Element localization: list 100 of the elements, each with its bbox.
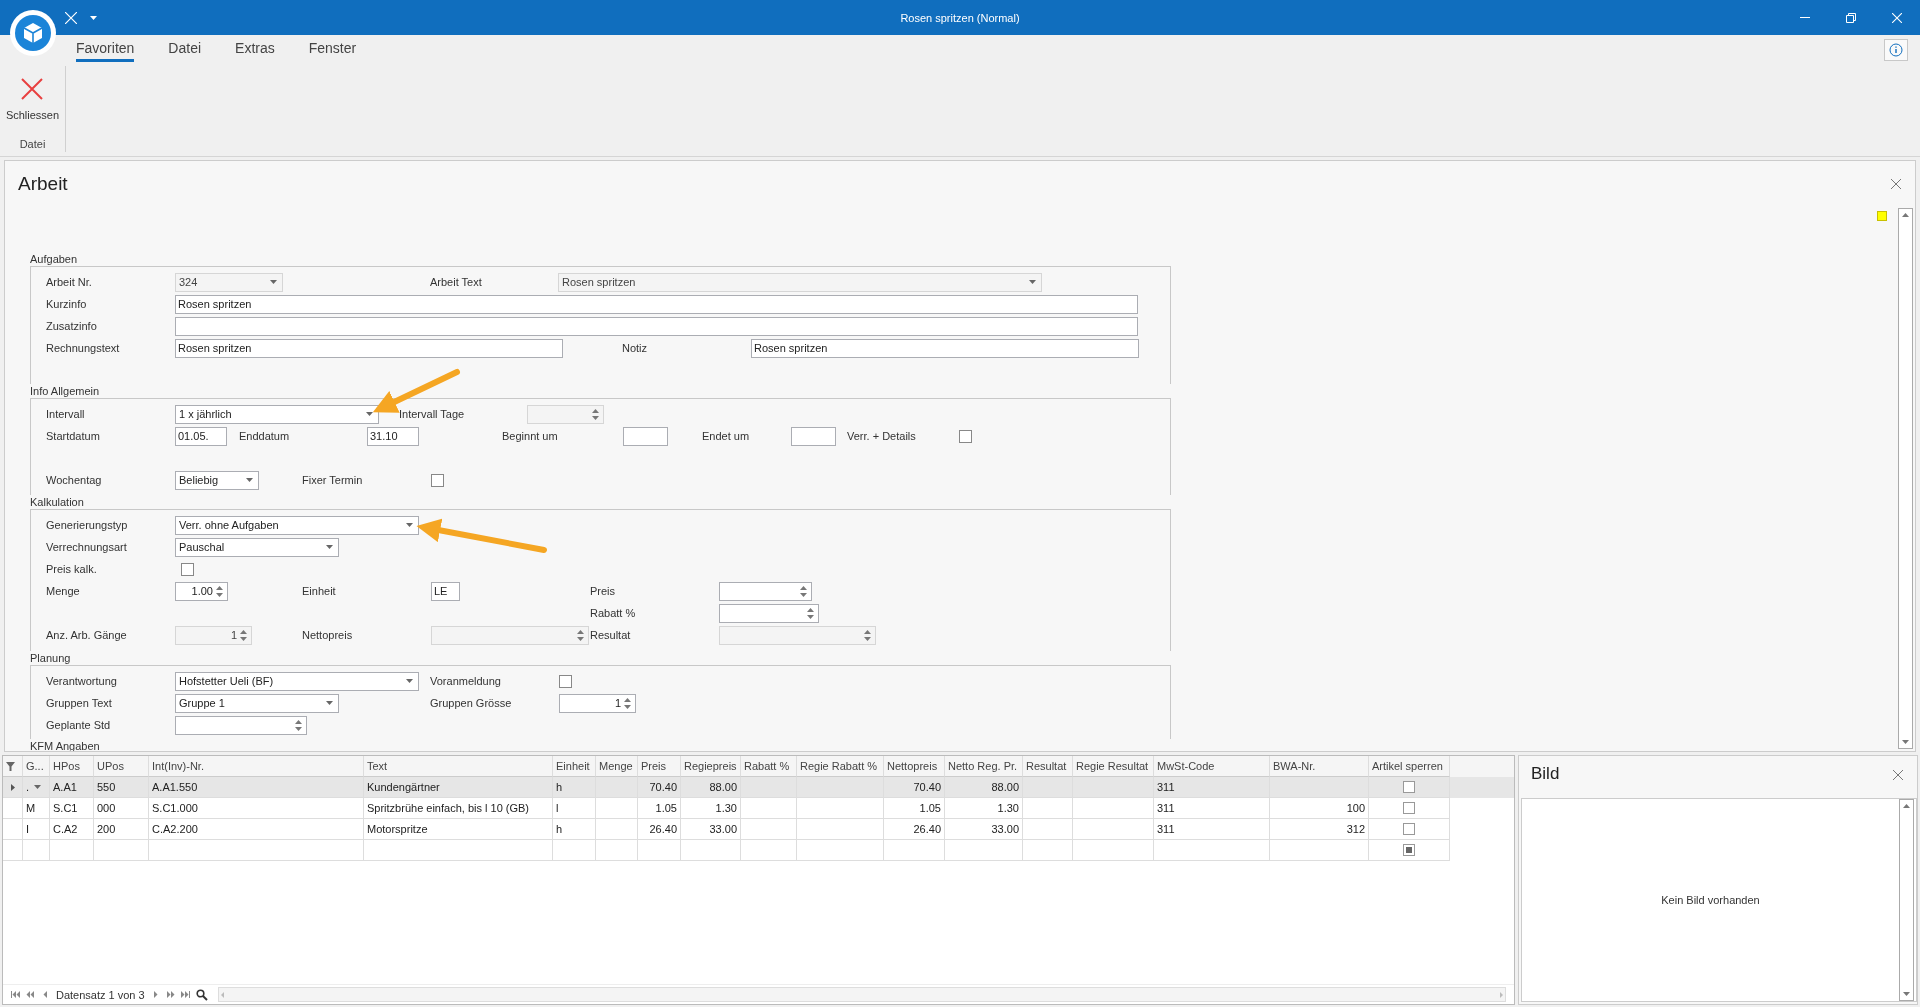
dropdown-field[interactable]: 1 x jährlich (175, 404, 379, 424)
number-field[interactable] (175, 715, 307, 735)
field-label: Notiz (622, 342, 649, 354)
section-title: Planung (30, 651, 71, 665)
checkbox[interactable] (1403, 802, 1415, 814)
menu-tab[interactable]: Extras (235, 40, 275, 62)
caret-icon (246, 478, 253, 482)
window-title: Rosen spritzen (Normal) (900, 11, 1020, 24)
vertical-scrollbar[interactable] (1899, 799, 1914, 1001)
text-field[interactable]: 31.10 (367, 426, 419, 446)
checkbox[interactable] (959, 429, 972, 443)
table-cell (884, 840, 945, 861)
table-cell (553, 840, 596, 861)
checkbox[interactable] (1403, 823, 1415, 835)
text-field[interactable]: Rosen spritzen (175, 338, 563, 358)
text-field[interactable]: Rosen spritzen (175, 294, 1138, 314)
close-icon[interactable] (1893, 770, 1903, 780)
current-row-icon (10, 783, 15, 791)
number-field[interactable] (719, 603, 819, 623)
section-title: Kalkulation (30, 495, 84, 509)
filter-icon[interactable] (6, 761, 15, 771)
field-label: Gruppen Grösse (430, 697, 513, 709)
vertical-scrollbar[interactable] (1898, 208, 1913, 749)
caret-icon (326, 545, 333, 549)
caret-icon (406, 523, 413, 527)
spin-arrows-icon (295, 719, 302, 731)
table-row[interactable]: . A.A1 550 A.A1.550 Kundengärtner h 70.40 88.00 70.40 88.00 311 (3, 777, 1514, 798)
field-label: Verr. + Details (847, 430, 917, 442)
table-cell (638, 840, 681, 861)
checkbox[interactable] (559, 674, 572, 688)
section-title: Info Allgemein (30, 384, 100, 398)
number-field[interactable]: 1 (559, 693, 636, 713)
checkbox[interactable] (181, 562, 194, 576)
table-cell (1023, 840, 1073, 861)
close-icon[interactable] (1891, 179, 1901, 189)
menu-tab[interactable]: Favoriten (76, 40, 135, 62)
next-page-icon[interactable] (165, 991, 175, 998)
checkbox[interactable] (1403, 781, 1415, 793)
caret-icon (1029, 280, 1036, 284)
table-cell (50, 840, 94, 861)
dropdown-field[interactable]: Gruppe 1 (175, 693, 339, 713)
field-label: Gruppen Text (46, 697, 113, 709)
spin-arrows-icon (240, 629, 247, 641)
field-label: Fixer Termin (302, 474, 364, 486)
number-field[interactable]: 1.00 (175, 581, 228, 601)
menu-tab[interactable]: Datei (168, 40, 202, 62)
search-icon[interactable] (195, 988, 208, 1001)
field-label: Anz. Arb. Gänge (46, 629, 128, 641)
caret-icon (34, 785, 41, 789)
field-label: Preis kalk. (46, 563, 98, 575)
spin-arrows-icon (807, 607, 814, 619)
spin-arrows-icon (577, 629, 584, 641)
last-record-icon[interactable] (180, 991, 190, 998)
spin-arrows-icon (864, 629, 871, 641)
info-button[interactable] (1884, 39, 1908, 61)
text-field[interactable] (623, 426, 668, 446)
dropdown-field[interactable]: Hofstetter Ueli (BF) (175, 671, 419, 691)
status-marker (1877, 211, 1887, 221)
number-field[interactable] (719, 581, 812, 601)
field-label: Geplante Std (46, 719, 112, 731)
text-field[interactable] (791, 426, 836, 446)
text-field[interactable]: Rosen spritzen (751, 338, 1139, 358)
table-cell (23, 840, 50, 861)
spin-arrows-icon (800, 585, 807, 597)
dropdown-field[interactable]: Pauschal (175, 537, 339, 557)
empty-message: Kein Bild vorhanden (1660, 894, 1761, 906)
caret-icon (406, 679, 413, 683)
text-field[interactable]: LE (431, 581, 460, 601)
field-label: Intervall Tage (399, 408, 466, 420)
ribbon-group-label: Datei (19, 138, 46, 152)
field-label: Endet um (702, 430, 751, 442)
previous-record-icon[interactable] (41, 991, 50, 998)
field-label: Kurzinfo (46, 298, 88, 310)
field-label: Beginnt um (502, 430, 559, 442)
field-label: Generierungstyp (46, 519, 129, 531)
field-label: Voranmeldung (430, 675, 502, 687)
panel-title: Arbeit (18, 173, 68, 196)
dropdown-field[interactable]: Beliebig (175, 470, 259, 490)
table-cell (741, 840, 797, 861)
field-label: Wochentag (46, 474, 103, 486)
text-field[interactable]: 01.05. (175, 426, 227, 446)
field-label: Nettopreis (302, 629, 354, 641)
dropdown-field[interactable]: Verr. ohne Aufgaben (175, 515, 419, 535)
previous-page-icon[interactable] (26, 991, 35, 998)
field-label: Preis (590, 585, 617, 597)
field-label: Zusatzinfo (46, 320, 98, 332)
field-label: Arbeit Nr. (46, 276, 93, 288)
ribbon-button[interactable]: Schliessen (1, 66, 64, 121)
caret-icon (270, 280, 277, 284)
checkbox[interactable] (1403, 844, 1415, 856)
field-label: Arbeit Text (430, 276, 483, 288)
text-field[interactable] (175, 316, 1138, 336)
menu-tab[interactable]: Fenster (308, 40, 357, 62)
app-logo[interactable] (10, 10, 56, 56)
record-counter: Datensatz 1 von 3 (56, 988, 145, 1001)
checkbox[interactable] (431, 473, 444, 487)
field-label: Startdatum (46, 430, 101, 442)
caret-icon (326, 701, 333, 705)
caret-icon (366, 412, 373, 416)
first-record-icon[interactable] (11, 991, 20, 998)
